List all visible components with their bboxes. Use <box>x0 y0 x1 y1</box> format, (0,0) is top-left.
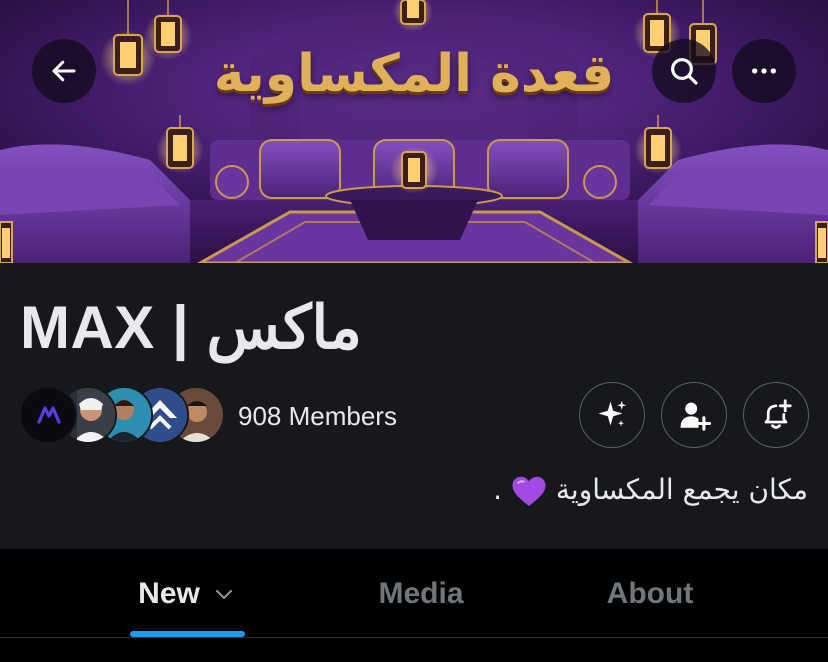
more-horizontal-icon <box>752 68 776 74</box>
add-user-icon <box>680 402 711 431</box>
tab-label: About <box>606 576 694 610</box>
more-options-button[interactable] <box>732 39 796 103</box>
search-icon <box>671 58 698 85</box>
banner-illustration <box>0 0 828 263</box>
active-tab-indicator <box>130 631 245 637</box>
search-button[interactable] <box>652 39 716 103</box>
purple-heart-icon <box>512 476 546 506</box>
community-banner: قعدة المكساوية <box>0 0 828 263</box>
community-name: MAX | ماكس <box>20 294 362 361</box>
description-text: مكان يجمع المكساوية <box>555 473 808 506</box>
community-description: مكان يجمع المكساوية . <box>493 473 808 508</box>
members-count[interactable]: 908 Members <box>238 401 397 432</box>
ai-sparkle-button[interactable] <box>579 382 645 448</box>
bell-plus-icon <box>764 399 792 429</box>
tab-new[interactable]: New <box>100 549 272 638</box>
community-header: MAX | ماكس 908 Members مكان يجمع المكساو… <box>0 263 828 549</box>
sparkle-icon <box>598 400 627 427</box>
description-suffix: . <box>493 473 503 506</box>
community-tabs: New Media About <box>0 549 828 638</box>
notifications-button[interactable] <box>743 382 809 448</box>
back-button[interactable] <box>32 39 96 103</box>
tab-label: Media <box>378 576 464 610</box>
tab-about[interactable]: About <box>560 549 740 638</box>
tab-label: New <box>138 576 200 610</box>
max-logo-icon <box>21 388 75 442</box>
feed-top <box>0 638 828 662</box>
tab-media[interactable]: Media <box>330 549 512 638</box>
chevron-down-icon <box>214 587 234 601</box>
avatar <box>19 386 77 444</box>
arrow-left-icon <box>52 60 76 82</box>
invite-member-button[interactable] <box>661 382 727 448</box>
